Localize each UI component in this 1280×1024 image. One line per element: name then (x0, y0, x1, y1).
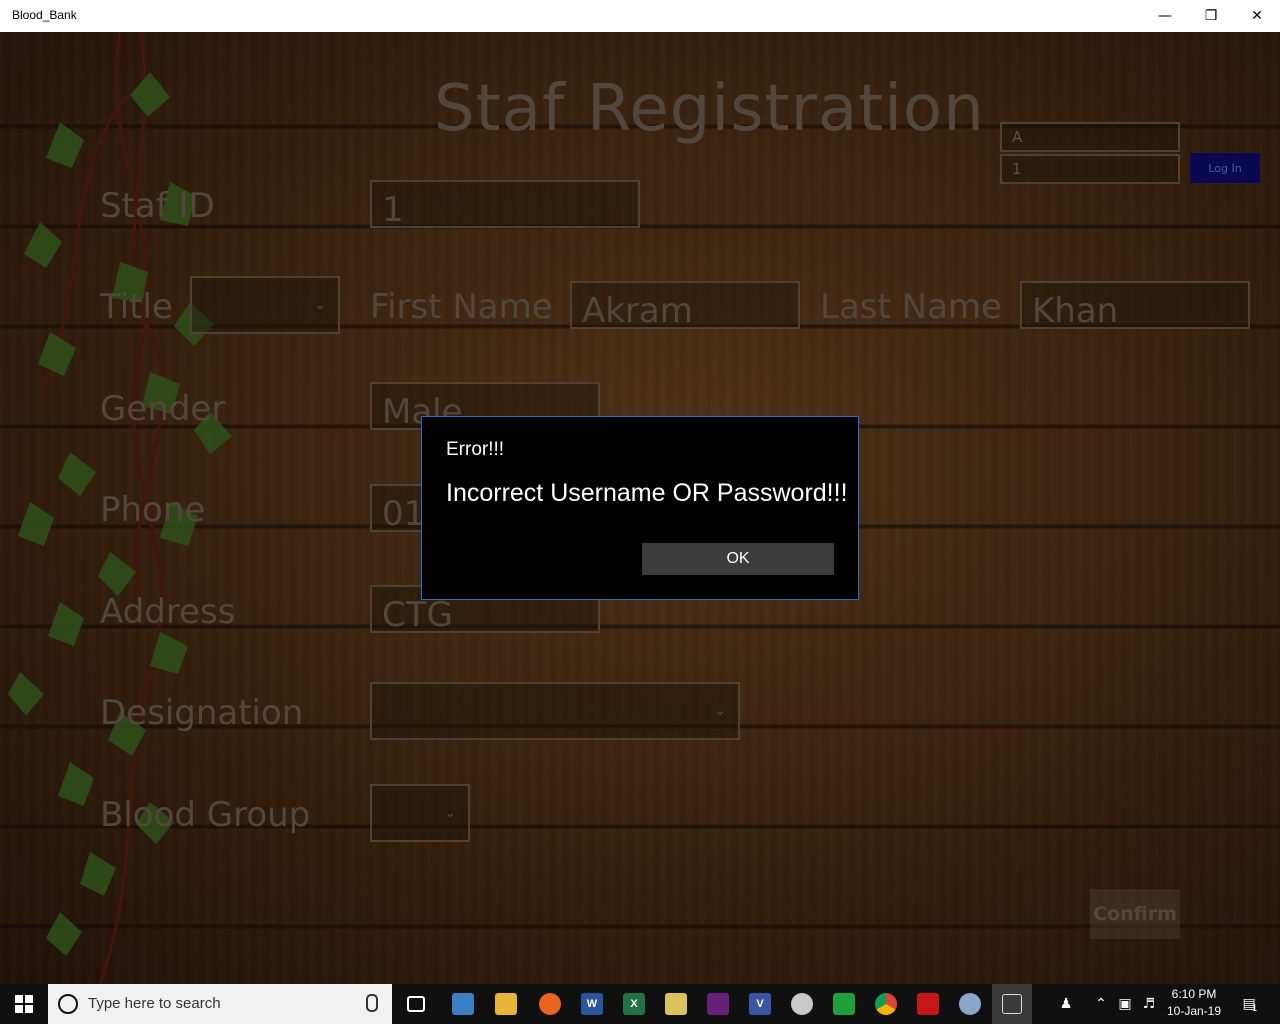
clock-date: 10-Jan-19 (1166, 1004, 1222, 1018)
people-icon[interactable]: ♟ (1054, 984, 1078, 1024)
dialog-title: Error!!! (446, 439, 505, 460)
ok-button[interactable]: OK (642, 543, 834, 575)
notification-count: 1 (1251, 1004, 1258, 1014)
taskbar: Type here to search W X V ♟ ⌃ ▣ ♬ 6:10 P… (0, 984, 1280, 1024)
visio-icon[interactable]: V (744, 988, 776, 1020)
window-title: Blood_Bank (12, 8, 77, 22)
system-clock[interactable]: 6:10 PM 10-Jan-19 (1162, 986, 1226, 1020)
restore-icon: ❐ (1204, 8, 1218, 24)
file-explorer-icon[interactable] (490, 988, 522, 1020)
windows-logo-icon (15, 995, 33, 1013)
file-manager-icon[interactable] (447, 988, 479, 1020)
minimize-icon: — (1158, 8, 1172, 24)
error-dialog: Error!!! Incorrect Username OR Password!… (421, 416, 859, 600)
taskbar-search[interactable]: Type here to search (48, 984, 392, 1024)
task-view-icon[interactable] (400, 988, 432, 1020)
cortana-icon (58, 994, 78, 1014)
start-button[interactable] (0, 984, 48, 1024)
visual-studio-icon[interactable] (702, 988, 734, 1020)
search-placeholder: Type here to search (88, 995, 221, 1012)
word-icon[interactable]: W (576, 988, 608, 1020)
restore-button[interactable]: ❐ (1188, 0, 1234, 32)
dialog-message: Incorrect Username OR Password!!! (446, 479, 848, 507)
network-icon[interactable]: ▣ (1114, 984, 1136, 1024)
access-tool-icon[interactable] (660, 988, 692, 1020)
notification-center-button[interactable]: ▤ 1 (1236, 984, 1264, 1024)
microphone-icon[interactable] (366, 994, 378, 1012)
eye-app-icon[interactable] (828, 988, 860, 1020)
chrome-icon[interactable] (870, 988, 902, 1020)
minimize-button[interactable]: — (1142, 0, 1188, 32)
close-icon: ✕ (1251, 8, 1263, 24)
paint-icon[interactable] (786, 988, 818, 1020)
active-app-icon[interactable] (992, 984, 1032, 1024)
window-titlebar: Blood_Bank — ❐ ✕ (0, 0, 1280, 32)
clock-time: 6:10 PM (1171, 987, 1217, 1001)
firefox-icon[interactable] (534, 988, 566, 1020)
chevron-up-icon[interactable]: ⌃ (1092, 984, 1110, 1024)
volume-icon[interactable]: ♬ (1138, 984, 1160, 1024)
paint-brush-icon[interactable] (954, 988, 986, 1020)
acrobat-icon[interactable] (912, 988, 944, 1020)
excel-icon[interactable]: X (618, 988, 650, 1020)
close-button[interactable]: ✕ (1234, 0, 1280, 32)
